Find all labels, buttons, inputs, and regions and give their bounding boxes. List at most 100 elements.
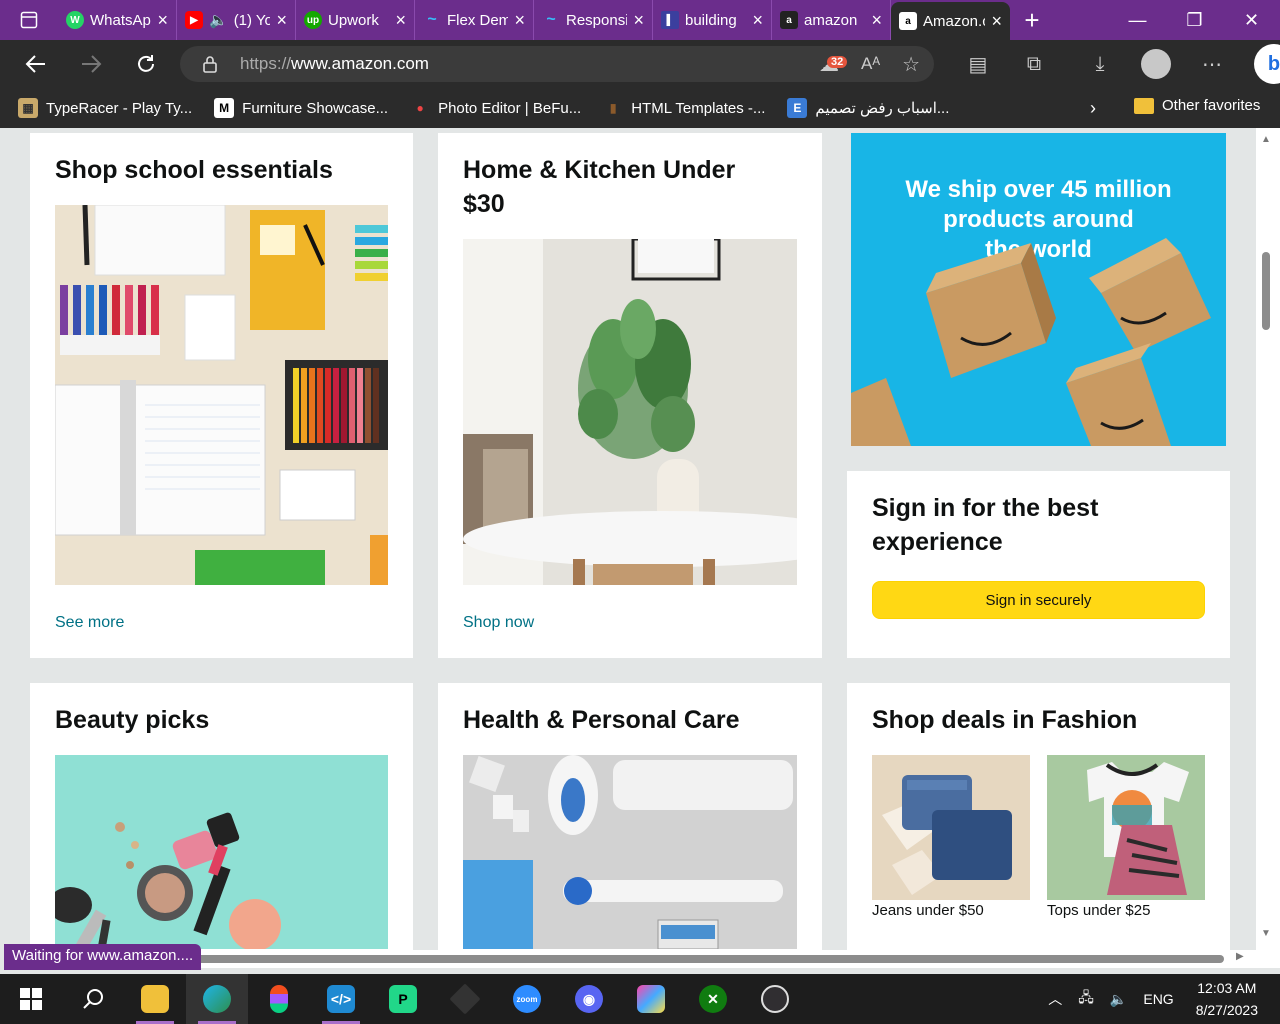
see-more-link[interactable]: See more [55, 614, 124, 632]
taskbar-inkscape[interactable] [434, 974, 496, 1024]
tab-amazon-search[interactable]: a amazon × [772, 0, 891, 40]
close-tab-icon[interactable]: × [871, 10, 882, 31]
collections-icon[interactable]: ▤ [950, 52, 1006, 77]
tab-whatsapp[interactable]: W WhatsApp × [58, 0, 177, 40]
tab-upwork[interactable]: up Upwork × [296, 0, 415, 40]
vertical-scroll-thumb[interactable] [1262, 252, 1270, 330]
html-templates-icon: ▮ [609, 101, 617, 115]
close-tab-icon[interactable]: × [991, 11, 1002, 32]
taskbar-file-explorer[interactable] [124, 974, 186, 1024]
card-title: Health & Personal Care [463, 706, 740, 734]
health-image[interactable] [463, 755, 797, 949]
school-supplies-image[interactable] [55, 205, 388, 585]
favorite-befunky[interactable]: ● Photo Editor | BeFu... [410, 98, 581, 118]
card-health-care: Health & Personal Care [438, 683, 822, 968]
taskbar: </> P zoom ◉ ✕ ︿ 🖧 🔈 ENG 12:03 AM 8/27/2… [0, 974, 1280, 1024]
jeans-caption[interactable]: Jeans under $50 [872, 902, 984, 919]
vertical-scrollbar[interactable]: ▲ ▼ [1256, 128, 1280, 968]
favorite-label: Photo Editor | BeFu... [438, 99, 582, 117]
horizontal-scroll-thumb[interactable] [194, 955, 1224, 963]
other-favorites[interactable]: Other favorites [1134, 97, 1260, 114]
volume-icon[interactable]: 🔈 [1110, 991, 1127, 1008]
card-title: Beauty picks [55, 706, 210, 734]
read-aloud-icon[interactable]: Aᴬ [861, 54, 880, 74]
url-protocol: https:// [240, 54, 292, 73]
card-title: Home & Kitchen Under $30 [463, 156, 736, 218]
forward-arrow-icon [81, 55, 101, 73]
taskbar-paint[interactable] [620, 974, 682, 1024]
taskbar-zoom[interactable]: zoom [496, 974, 558, 1024]
taskbar-figma[interactable] [248, 974, 310, 1024]
taskbar-pycharm[interactable]: P [372, 974, 434, 1024]
other-favorites-label: Other favorites [1162, 97, 1261, 114]
tops-image[interactable] [1047, 755, 1205, 900]
start-button[interactable] [0, 974, 62, 1024]
clock-date: 8/27/2023 [1195, 1002, 1258, 1018]
close-tab-icon[interactable]: × [157, 10, 168, 31]
tab-flex-demo[interactable]: ~ Flex Demo × [415, 0, 534, 40]
downloads-icon[interactable]: ⤓ [1072, 53, 1128, 76]
language-indicator[interactable]: ENG [1143, 991, 1173, 1007]
tops-caption[interactable]: Tops under $25 [1047, 902, 1150, 919]
card-school-essentials: Shop school essentials See more [30, 133, 413, 658]
home-kitchen-image[interactable] [463, 239, 797, 585]
favorite-html-templates[interactable]: ▮ HTML Templates -... [603, 98, 766, 118]
taskbar-obs[interactable] [744, 974, 806, 1024]
back-button[interactable] [8, 40, 63, 88]
tab-youtube[interactable]: ▶ 🔈 (1) YouTube × [177, 0, 296, 40]
favorite-typeracer[interactable]: ▦ TypeRacer - Play Ty... [18, 98, 192, 118]
shop-now-link[interactable]: Shop now [463, 614, 534, 632]
scroll-down-icon[interactable]: ▼ [1261, 928, 1271, 939]
refresh-button[interactable] [118, 40, 173, 88]
windows-icon [20, 988, 42, 1010]
scroll-right-icon[interactable]: ▶ [1236, 951, 1244, 962]
taskbar-vscode[interactable]: </> [310, 974, 372, 1024]
address-bar[interactable]: https://www.amazon.com ☁32 Aᴬ ☆ [180, 46, 934, 82]
close-tab-icon[interactable]: × [276, 10, 287, 31]
url-text[interactable]: https://www.amazon.com [240, 54, 429, 74]
beauty-image[interactable] [55, 755, 388, 949]
chevron-right-icon[interactable]: › [1090, 98, 1096, 119]
close-window-icon[interactable]: ✕ [1223, 0, 1280, 40]
clock[interactable]: 12:03 AM 8/27/2023 [1196, 977, 1258, 1021]
lock-icon[interactable] [180, 55, 240, 73]
tab-building[interactable]: ▌ building × [653, 0, 772, 40]
forward-button[interactable] [63, 40, 118, 88]
tab-actions-icon [20, 11, 38, 29]
box-illustration [851, 238, 1211, 446]
card-fashion-deals: Shop deals in Fashion Jeans under $50 To… [847, 683, 1230, 968]
cloud-badge-icon[interactable]: ☁32 [819, 52, 848, 77]
profile-avatar[interactable] [1141, 49, 1171, 79]
favorite-arabic[interactable]: E اسباب رفض تصميم... [787, 98, 949, 118]
network-icon[interactable]: 🖧 [1078, 987, 1094, 1011]
new-tab-button[interactable]: + [1010, 0, 1054, 40]
speaker-icon[interactable]: 🔈 [209, 11, 228, 29]
favorite-furniture[interactable]: M Furniture Showcase... [214, 98, 388, 118]
tab-actions-button[interactable] [0, 0, 58, 40]
tab-title: Responsive [566, 11, 628, 29]
chevron-up-icon[interactable]: ︿ [1048, 989, 1062, 1009]
favorite-star-icon[interactable]: ☆ [902, 52, 920, 77]
search-button[interactable] [62, 974, 124, 1024]
extensions-icon[interactable]: ⧉ [1006, 53, 1062, 76]
more-menu-icon[interactable]: ⋯ [1184, 52, 1240, 77]
shipping-banner[interactable]: We ship over 45 million products around … [851, 133, 1226, 446]
befunky-icon: ● [416, 101, 424, 115]
jeans-image[interactable] [872, 755, 1030, 900]
close-tab-icon[interactable]: × [633, 10, 644, 31]
taskbar-edge[interactable] [186, 974, 248, 1024]
minimize-icon[interactable]: — [1109, 0, 1166, 40]
tab-responsive[interactable]: ~ Responsive × [534, 0, 653, 40]
tab-strip: W WhatsApp × ▶ 🔈 (1) YouTube × up Upwork… [0, 0, 1280, 40]
taskbar-discord[interactable]: ◉ [558, 974, 620, 1024]
tab-amazon-active[interactable]: a Amazon.com × [891, 2, 1010, 40]
bing-icon[interactable]: b [1254, 44, 1280, 84]
restore-icon[interactable]: ❐ [1166, 0, 1223, 40]
close-tab-icon[interactable]: × [514, 10, 525, 31]
close-tab-icon[interactable]: × [752, 10, 763, 31]
scroll-up-icon[interactable]: ▲ [1261, 134, 1271, 145]
sign-in-button[interactable]: Sign in securely [872, 581, 1205, 619]
taskbar-xbox[interactable]: ✕ [682, 974, 744, 1024]
tab-title: Amazon.com [923, 12, 985, 30]
close-tab-icon[interactable]: × [395, 10, 406, 31]
